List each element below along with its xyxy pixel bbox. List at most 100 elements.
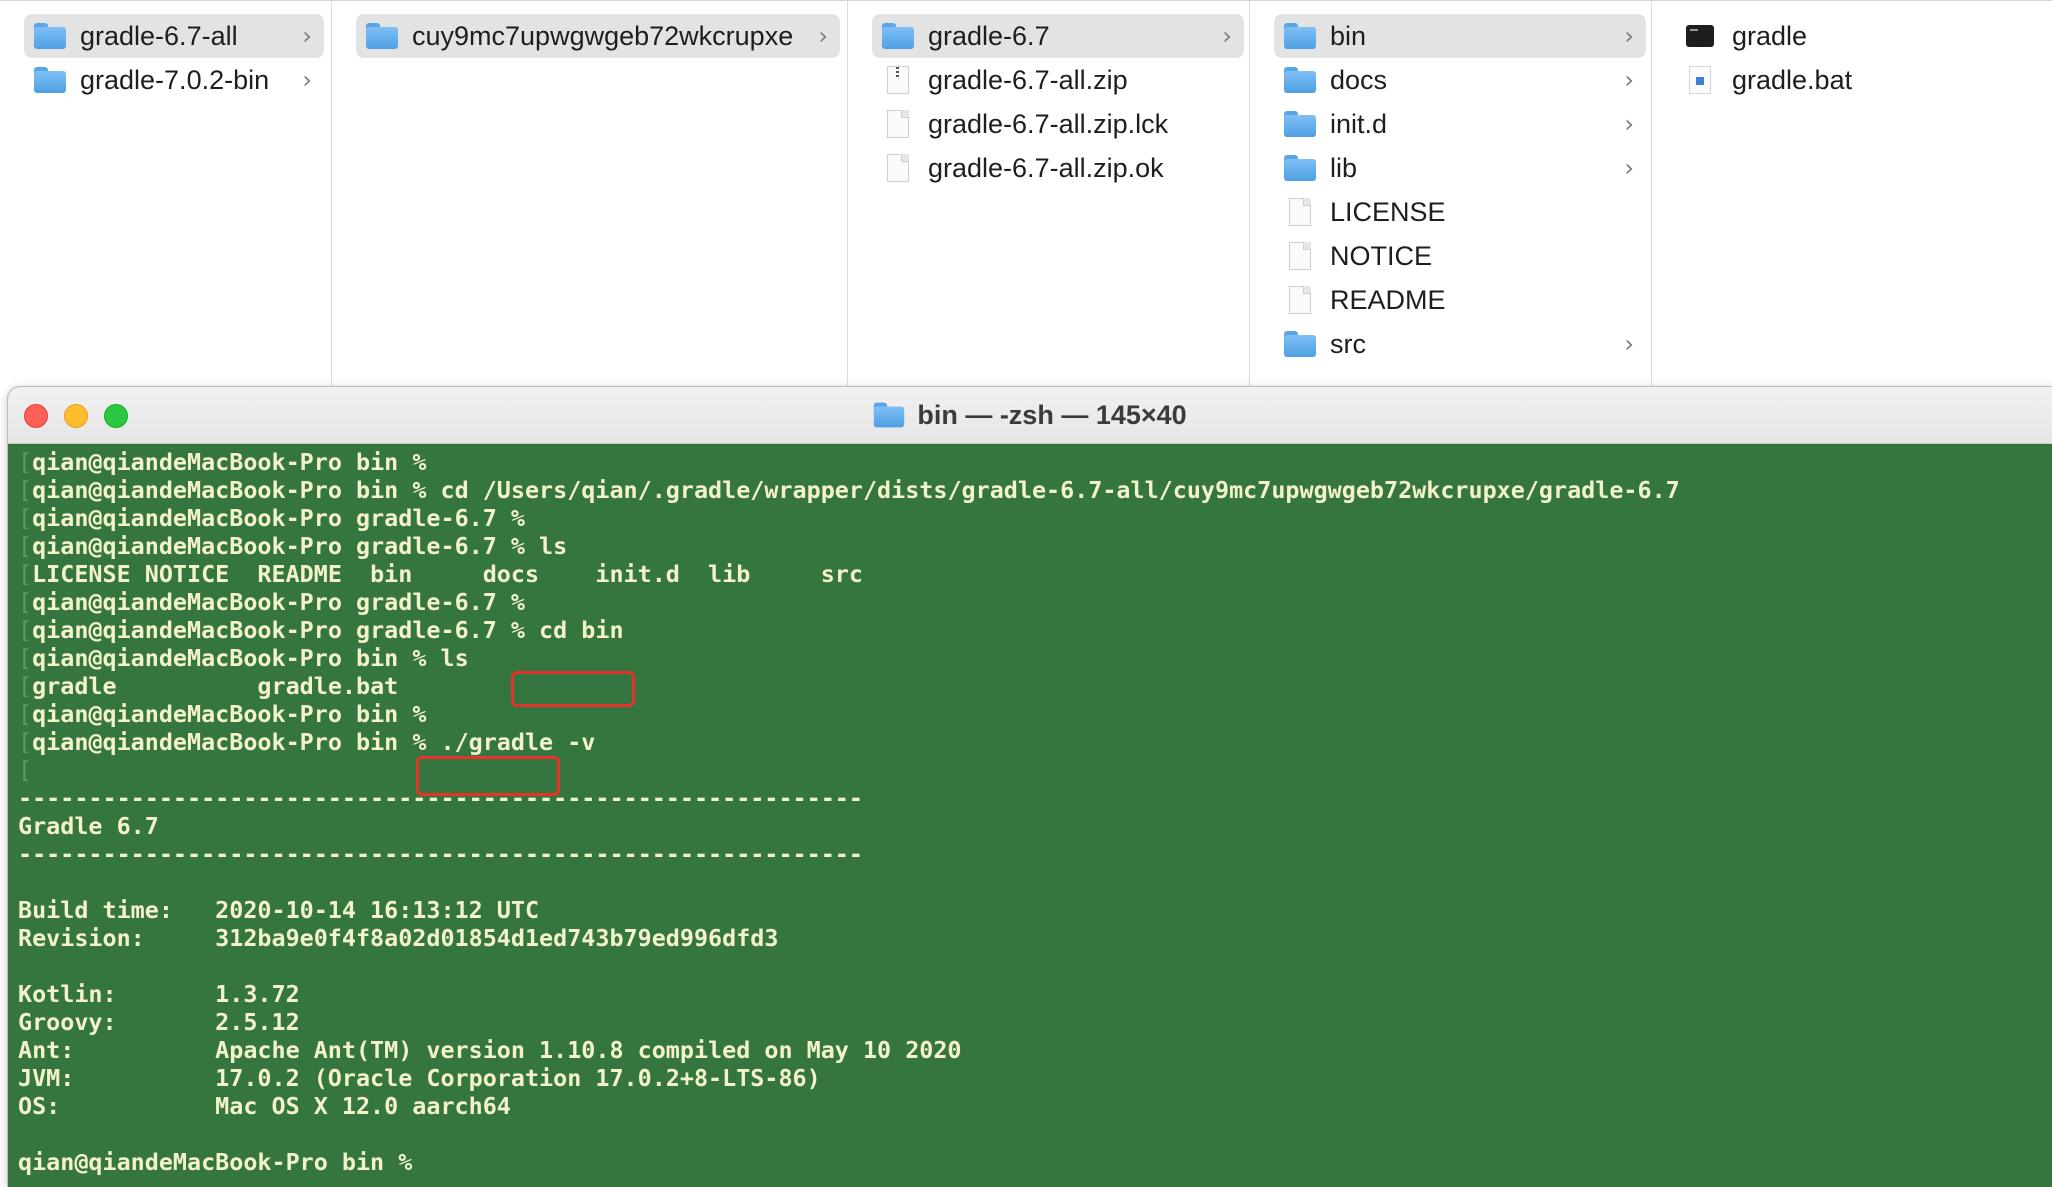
terminal-line: ----------------------------------------…: [18, 784, 1680, 812]
chevron-right-icon: ›: [1624, 22, 1634, 50]
terminal-title: bin — -zsh — 145×40: [8, 387, 2052, 443]
terminal-line: Kotlin: 1.3.72: [18, 980, 1680, 1008]
finder-item-gradle-6-7-all-zip-ok[interactable]: gradle-6.7-all.zip.ok: [872, 146, 1244, 190]
terminal-line-text: qian@qiandeMacBook-Pro gradle-6.7 % ls: [32, 532, 568, 560]
terminal-screen[interactable]: [qian@qiandeMacBook-Pro bin % [qian@qiand…: [8, 444, 2052, 1187]
terminal-line: JVM: 17.0.2 (Oracle Corporation 17.0.2+8…: [18, 1064, 1680, 1092]
finder-item-license[interactable]: LICENSE: [1274, 190, 1646, 234]
finder-item-gradle[interactable]: gradle: [1676, 14, 2036, 58]
terminal-line-text: OS: Mac OS X 12.0 aarch64: [18, 1092, 511, 1120]
terminal-line: [gradle gradle.bat: [18, 672, 1680, 700]
terminal-line: [qian@qiandeMacBook-Pro bin % ./gradle -…: [18, 728, 1680, 756]
terminal-line-text: gradle gradle.bat: [32, 672, 399, 700]
terminal-line-text: Gradle 6.7: [18, 812, 159, 840]
terminal-executable-icon: [1686, 25, 1714, 47]
terminal-title-text: bin — -zsh — 145×40: [917, 399, 1187, 430]
finder-item-label: init.d: [1330, 108, 1388, 139]
finder-column-5: gradle gradle.bat: [1652, 1, 2052, 391]
folder-icon: [882, 23, 914, 49]
line-marker: [: [18, 448, 33, 476]
finder-item-bin[interactable]: bin ›: [1274, 14, 1646, 58]
document-icon: [1289, 286, 1311, 314]
chevron-right-icon: ›: [302, 22, 312, 50]
line-marker: [: [18, 504, 33, 532]
terminal-line-text: Ant: Apache Ant(TM) version 1.10.8 compi…: [18, 1036, 962, 1064]
terminal-line-text: qian@qiandeMacBook-Pro bin % ./gradle -v: [32, 728, 596, 756]
line-marker: [: [18, 672, 33, 700]
finder-item-gradle-7-0-2-bin[interactable]: gradle-7.0.2-bin ›: [24, 58, 324, 102]
finder-column-3: gradle-6.7 › gradle-6.7-all.zip gradle-6.7-…: [848, 1, 1250, 391]
line-marker: [: [18, 728, 33, 756]
finder-item-readme[interactable]: README: [1274, 278, 1646, 322]
terminal-output: [qian@qiandeMacBook-Pro bin % [qian@qiand…: [18, 448, 1680, 1176]
finder-column-view: gradle-6.7-all › gradle-7.0.2-bin › cuy9mc7…: [0, 0, 2052, 391]
finder-item-label: bin: [1330, 20, 1367, 51]
terminal-line: [qian@qiandeMacBook-Pro bin % ls: [18, 644, 1680, 672]
line-marker: [: [18, 560, 33, 588]
finder-item-label: gradle: [1732, 20, 1808, 51]
finder-item-src[interactable]: src ›: [1274, 322, 1646, 366]
terminal-line-text: Build time: 2020-10-14 16:13:12 UTC: [18, 896, 540, 924]
terminal-line: [qian@qiandeMacBook-Pro gradle-6.7 % cd …: [18, 616, 1680, 644]
finder-column-2: cuy9mc7upwgwgeb72wkcrupxe ›: [332, 1, 848, 391]
finder-item-label: gradle-6.7-all.zip.lck: [928, 108, 1169, 139]
line-marker: [: [18, 476, 33, 504]
folder-icon: [34, 23, 66, 49]
terminal-line-text: qian@qiandeMacBook-Pro bin %: [32, 700, 427, 728]
chevron-right-icon: ›: [818, 22, 828, 50]
folder-icon: [34, 67, 66, 93]
finder-item-gradle-bat[interactable]: gradle.bat: [1676, 58, 2036, 102]
finder-item-notice[interactable]: NOTICE: [1274, 234, 1646, 278]
terminal-line: Build time: 2020-10-14 16:13:12 UTC: [18, 896, 1680, 924]
line-marker: [: [18, 616, 33, 644]
finder-item-label: gradle-7.0.2-bin: [80, 64, 270, 95]
terminal-line-text: qian@qiandeMacBook-Pro gradle-6.7 %: [32, 588, 525, 616]
terminal-line-text: ----------------------------------------…: [18, 840, 863, 868]
terminal-line: [qian@qiandeMacBook-Pro gradle-6.7 %: [18, 504, 1680, 532]
terminal-line: qian@qiandeMacBook-Pro bin %: [18, 1148, 1680, 1176]
finder-item-label: NOTICE: [1330, 240, 1433, 271]
chevron-right-icon: ›: [302, 66, 312, 94]
finder-item-label: gradle-6.7: [928, 20, 1050, 51]
terminal-line: [: [18, 756, 1680, 784]
terminal-line: Ant: Apache Ant(TM) version 1.10.8 compi…: [18, 1036, 1680, 1064]
folder-icon: [874, 402, 905, 428]
line-marker: [: [18, 700, 33, 728]
folder-icon: [366, 23, 398, 49]
finder-item-label: README: [1330, 284, 1446, 315]
chevron-right-icon: ›: [1624, 154, 1634, 182]
terminal-titlebar[interactable]: bin — -zsh — 145×40: [8, 387, 2052, 444]
terminal-line-text: Kotlin: 1.3.72: [18, 980, 300, 1008]
terminal-line: [qian@qiandeMacBook-Pro bin %: [18, 448, 1680, 476]
terminal-line-text: qian@qiandeMacBook-Pro gradle-6.7 %: [32, 504, 525, 532]
finder-item-label: gradle-6.7-all: [80, 20, 238, 51]
chevron-right-icon: ›: [1624, 66, 1634, 94]
terminal-line-text: qian@qiandeMacBook-Pro bin % ls: [32, 644, 469, 672]
document-icon: [887, 154, 909, 182]
folder-icon: [1284, 67, 1316, 93]
finder-item-cuy9mc7upwgwgeb72wkcrupxe[interactable]: cuy9mc7upwgwgeb72wkcrupxe ›: [356, 14, 840, 58]
batch-file-icon: [1689, 66, 1711, 94]
finder-item-init-d[interactable]: init.d ›: [1274, 102, 1646, 146]
finder-item-lib[interactable]: lib ›: [1274, 146, 1646, 190]
terminal-line: [qian@qiandeMacBook-Pro gradle-6.7 % ls: [18, 532, 1680, 560]
finder-item-gradle-6-7-all[interactable]: gradle-6.7-all ›: [24, 14, 324, 58]
finder-item-gradle-6-7-all-zip[interactable]: gradle-6.7-all.zip: [872, 58, 1244, 102]
terminal-line: [qian@qiandeMacBook-Pro bin %: [18, 700, 1680, 728]
folder-icon: [1284, 111, 1316, 137]
folder-icon: [1284, 155, 1316, 181]
finder-item-label: lib: [1330, 152, 1358, 183]
finder-item-label: cuy9mc7upwgwgeb72wkcrupxe: [412, 20, 794, 51]
document-icon: [1289, 242, 1311, 270]
terminal-line: [qian@qiandeMacBook-Pro gradle-6.7 %: [18, 588, 1680, 616]
terminal-line: Groovy: 2.5.12: [18, 1008, 1680, 1036]
finder-item-docs[interactable]: docs ›: [1274, 58, 1646, 102]
terminal-line-text: LICENSE NOTICE README bin docs init.d li…: [32, 560, 863, 588]
terminal-line: ----------------------------------------…: [18, 840, 1680, 868]
terminal-line-text: JVM: 17.0.2 (Oracle Corporation 17.0.2+8…: [18, 1064, 821, 1092]
line-marker: [: [18, 532, 33, 560]
finder-item-gradle-6-7[interactable]: gradle-6.7 ›: [872, 14, 1244, 58]
finder-item-gradle-6-7-all-zip-lck[interactable]: gradle-6.7-all.zip.lck: [872, 102, 1244, 146]
